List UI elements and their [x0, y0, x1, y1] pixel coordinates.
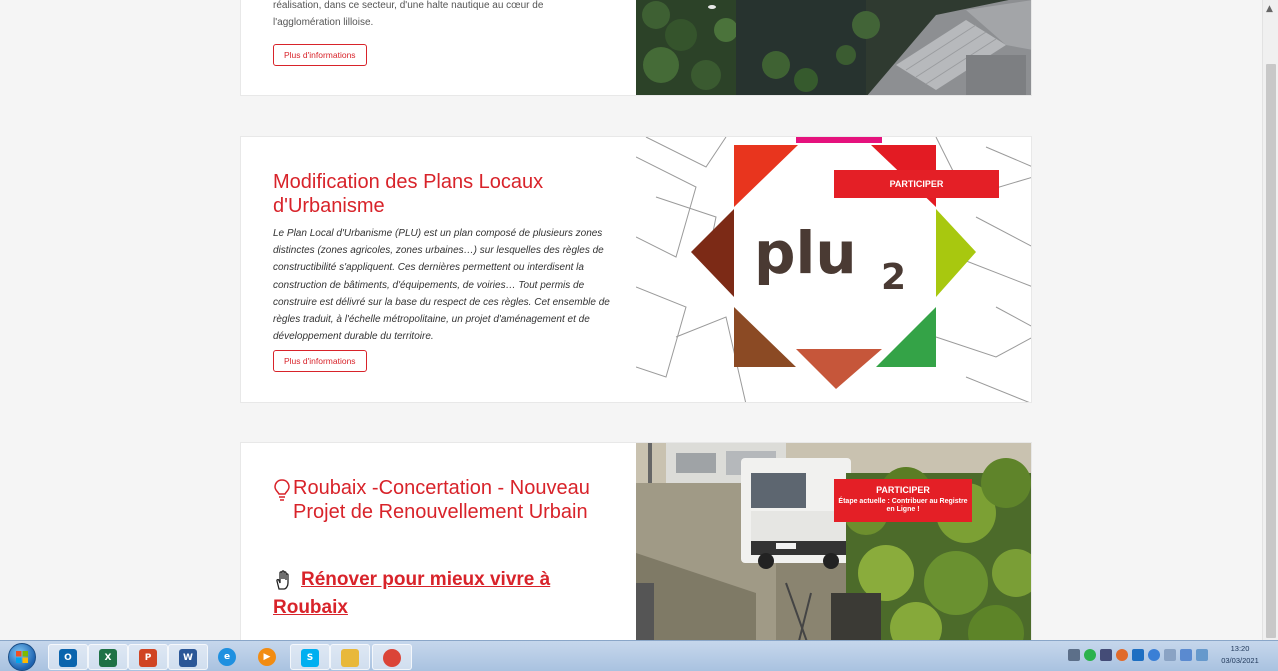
- taskbar-file-explorer-button[interactable]: [330, 644, 370, 670]
- tray-keyboard-icon[interactable]: [1068, 649, 1080, 661]
- scrollbar-thumb[interactable]: [1266, 64, 1276, 638]
- scroll-up-arrow-icon[interactable]: ▲: [1266, 4, 1273, 14]
- description-line: l'agglomération lilloise.: [273, 17, 374, 29]
- powerpoint-icon: P: [139, 649, 157, 667]
- tray-network-icon[interactable]: [1148, 649, 1160, 661]
- participer-label: PARTICIPER: [876, 485, 930, 495]
- card-description: Le Plan Local d'Urbanisme (PLU) est un p…: [273, 228, 610, 343]
- outlook-icon: O: [59, 649, 77, 667]
- project-card-halte-nautique: réalisation, dans ce secteur, d'une halt…: [240, 0, 1032, 96]
- more-info-button[interactable]: Plus d'informations: [273, 44, 367, 66]
- plu-logo-subscript: 2: [881, 257, 906, 298]
- current-stage-label: Étape actuelle : Contribuer au Registre …: [838, 498, 968, 513]
- tray-app-icon[interactable]: [1100, 649, 1112, 661]
- card-title[interactable]: Modification des Plans Locaux d'Urbanism…: [273, 170, 603, 218]
- plu-logo-text: plu: [754, 219, 857, 287]
- card-subtitle-link[interactable]: Rénover pour mieux vivre à: [273, 566, 603, 594]
- taskbar-excel-button[interactable]: X: [88, 644, 128, 670]
- street-photo: [636, 443, 1031, 640]
- windows-flag-icon: [16, 651, 28, 663]
- taskbar-chrome-button[interactable]: [372, 644, 412, 670]
- subtitle-line[interactable]: Roubaix: [273, 594, 348, 622]
- web-page: réalisation, dans ce secteur, d'une halt…: [0, 0, 1262, 640]
- taskbar-word-button[interactable]: W: [168, 644, 208, 670]
- tray-flag-icon[interactable]: [1196, 649, 1208, 661]
- vertical-scrollbar[interactable]: ▲: [1262, 0, 1278, 640]
- taskbar-media-player-button[interactable]: ▶: [248, 644, 288, 670]
- tray-bluetooth-icon[interactable]: [1180, 649, 1192, 661]
- roubaix-photo-image: PARTICIPER Étape actuelle : Contribuer a…: [636, 443, 1031, 640]
- hand-icon: [276, 570, 289, 590]
- participer-button[interactable]: PARTICIPER Étape actuelle : Contribuer a…: [834, 479, 972, 522]
- clock-date: 03/03/2021: [1221, 656, 1259, 665]
- card-title-text: Roubaix -Concertation - Nouveau Projet d…: [293, 477, 590, 523]
- skype-icon: S: [301, 649, 319, 667]
- project-card-plu: Modification des Plans Locaux d'Urbanism…: [240, 136, 1032, 403]
- subtitle-line: Rénover pour mieux vivre à: [301, 569, 551, 590]
- windows-taskbar: O X P We ▶ S 13:20 03/03/2021: [0, 640, 1278, 671]
- taskbar-outlook-button[interactable]: O: [48, 644, 88, 670]
- aerial-photo-image: [636, 0, 1031, 95]
- card-title[interactable]: Roubaix -Concertation - Nouveau Projet d…: [273, 476, 603, 524]
- card-description: réalisation, dans ce secteur, d'une halt…: [273, 0, 573, 31]
- start-button[interactable]: [8, 643, 36, 671]
- aerial-photo: [636, 0, 1031, 95]
- tray-outlook-icon[interactable]: [1132, 649, 1144, 661]
- more-info-button[interactable]: Plus d'informations: [273, 350, 367, 372]
- plu-logo-image: plu 2 PARTICIPER: [636, 137, 1031, 402]
- internet-explorer-icon: e: [218, 648, 236, 666]
- description-line: réalisation, dans ce secteur, d'une halt…: [273, 0, 544, 11]
- excel-icon: X: [99, 649, 117, 667]
- chrome-icon: [383, 649, 401, 667]
- media-player-icon: ▶: [258, 648, 276, 666]
- tray-update-icon[interactable]: [1116, 649, 1128, 661]
- participer-button[interactable]: PARTICIPER: [834, 170, 999, 198]
- tray-volume-icon[interactable]: [1164, 649, 1176, 661]
- taskbar-powerpoint-button[interactable]: P: [128, 644, 168, 670]
- taskbar-skype-button[interactable]: S: [290, 644, 330, 670]
- file-explorer-icon: [341, 649, 359, 667]
- taskbar-internet-explorer-button[interactable]: e: [208, 644, 248, 670]
- lightbulb-icon: [274, 479, 290, 501]
- word-icon: W: [179, 649, 197, 667]
- tray-status-icon[interactable]: [1084, 649, 1096, 661]
- project-card-roubaix: Roubaix -Concertation - Nouveau Projet d…: [240, 442, 1032, 640]
- taskbar-clock[interactable]: 13:20 03/03/2021: [1218, 643, 1262, 667]
- clock-time: 13:20: [1230, 644, 1250, 653]
